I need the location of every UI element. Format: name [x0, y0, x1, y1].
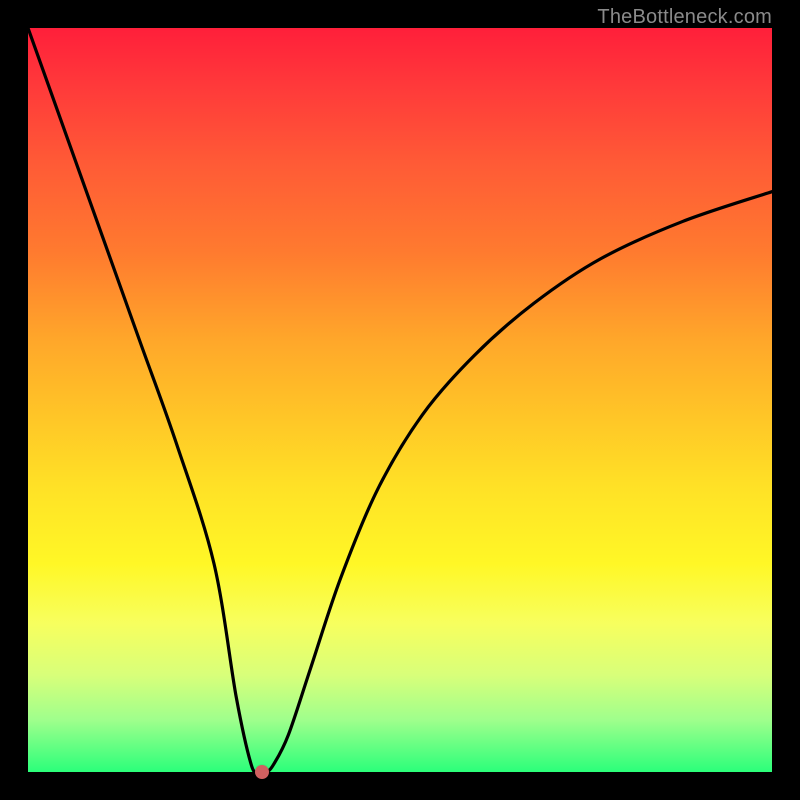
curve-svg: [28, 28, 772, 772]
plot-area: [28, 28, 772, 772]
watermark-text: TheBottleneck.com: [597, 6, 772, 29]
bottleneck-curve: [28, 28, 772, 772]
chart-frame: TheBottleneck.com: [0, 0, 800, 800]
minimum-marker-dot: [255, 765, 269, 779]
